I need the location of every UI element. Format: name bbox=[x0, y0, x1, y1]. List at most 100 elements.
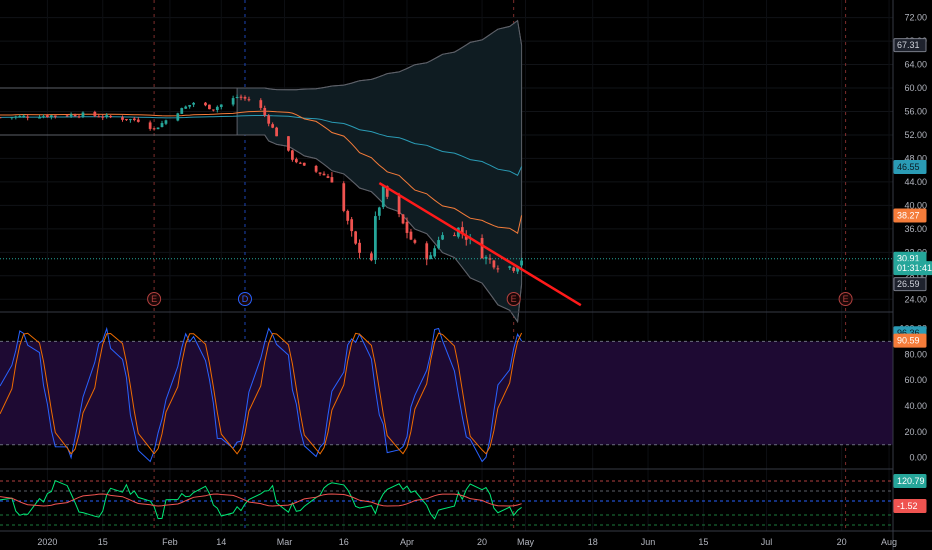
candle-body bbox=[152, 128, 156, 130]
value-tag-label: 26.59 bbox=[897, 279, 920, 289]
candle-body bbox=[322, 173, 326, 176]
price-pane[interactable]: EDEE bbox=[0, 0, 893, 531]
cci-fast-line bbox=[0, 480, 522, 520]
cci-pane[interactable] bbox=[0, 480, 893, 526]
candle-body bbox=[73, 114, 77, 117]
date-tick-label: 15 bbox=[698, 537, 708, 547]
candle-body bbox=[105, 115, 109, 117]
candle-body bbox=[160, 123, 164, 128]
candle-body bbox=[370, 253, 373, 261]
date-tick-label: Jun bbox=[641, 537, 656, 547]
candle-body bbox=[433, 248, 437, 257]
candle-body bbox=[480, 237, 484, 259]
date-tick-label: 18 bbox=[588, 537, 598, 547]
candle-body bbox=[26, 116, 30, 118]
candle-body bbox=[263, 108, 267, 116]
candle-body bbox=[65, 115, 69, 117]
candle-body bbox=[330, 177, 334, 183]
date-tick-label: 20 bbox=[837, 537, 847, 547]
candle-body bbox=[101, 116, 105, 118]
stochastic-tick-label: 40.00 bbox=[904, 401, 927, 411]
candle-body bbox=[53, 115, 57, 117]
value-tag-label: 120.79 bbox=[897, 476, 925, 486]
candle-body bbox=[69, 114, 73, 117]
candle-body bbox=[231, 98, 235, 105]
trading-chart[interactable]: EDEE 72.0068.0064.0060.0056.0052.0048.00… bbox=[0, 0, 932, 550]
candle-body bbox=[425, 243, 429, 260]
price-tick-label: 60.00 bbox=[904, 83, 927, 93]
price-tick-label: 64.00 bbox=[904, 60, 927, 70]
candle-body bbox=[97, 116, 101, 118]
date-tick-label: 16 bbox=[339, 537, 349, 547]
cci-slow-line bbox=[0, 493, 522, 507]
candle-body bbox=[81, 112, 85, 117]
candle-body bbox=[496, 268, 500, 270]
candle-body bbox=[42, 116, 45, 118]
candle-body bbox=[77, 116, 81, 118]
candle-body bbox=[49, 115, 53, 118]
candle-body bbox=[314, 165, 318, 172]
candle-body bbox=[148, 122, 152, 129]
date-tick-label: 14 bbox=[216, 537, 226, 547]
candle-body bbox=[350, 219, 354, 232]
candle-body bbox=[492, 260, 496, 268]
candle-body bbox=[358, 242, 361, 253]
date-tick-labels: 2020 15 Feb 14 Mar 16 Apr 20 May 18 Jun 15 Jul 20 Aug bbox=[37, 537, 897, 547]
time-scale[interactable]: 2020 15 Feb 14 Mar 16 Apr 20 May 18 Jun 15 Jul 20 Aug bbox=[0, 530, 932, 547]
event-marker-label: E bbox=[511, 294, 517, 304]
candle-body bbox=[156, 127, 160, 130]
value-tag-label: 38.27 bbox=[897, 211, 920, 221]
candle-body bbox=[125, 119, 128, 121]
candle-body bbox=[184, 106, 188, 109]
candle-body bbox=[373, 216, 377, 260]
candle-body bbox=[46, 115, 49, 118]
price-tick-label: 72.00 bbox=[904, 13, 927, 23]
candle-body bbox=[346, 210, 350, 221]
candle-body bbox=[275, 127, 278, 137]
candle-body bbox=[10, 117, 14, 119]
candle-body bbox=[164, 120, 168, 124]
candle-body bbox=[342, 183, 346, 211]
candle-body bbox=[326, 176, 330, 178]
value-tag-label: 01:31:41 bbox=[897, 263, 932, 273]
candle-body bbox=[298, 162, 302, 164]
stochastic-tick-label: 60.00 bbox=[904, 375, 927, 385]
date-tick-label: Aug bbox=[881, 537, 897, 547]
candle-body bbox=[132, 118, 136, 121]
candle-body bbox=[453, 235, 456, 237]
value-tag-label: -1.52 bbox=[897, 501, 918, 511]
candle-body bbox=[211, 109, 215, 111]
candle-body bbox=[22, 115, 26, 117]
stochastic-tick-label: 0.00 bbox=[909, 453, 927, 463]
price-scale[interactable]: 72.0068.0064.0060.0056.0052.0048.0044.00… bbox=[892, 0, 932, 550]
candle-body bbox=[176, 113, 180, 121]
date-tick-label: 2020 bbox=[37, 537, 57, 547]
price-tick-label: 52.00 bbox=[904, 130, 927, 140]
candle-body bbox=[109, 115, 113, 118]
stochastic-pane[interactable] bbox=[0, 326, 893, 463]
candle-body bbox=[235, 96, 239, 98]
candle-body bbox=[381, 186, 385, 208]
candle-body bbox=[512, 267, 516, 271]
candle-body bbox=[243, 97, 247, 99]
stochastic-tick-label: 20.00 bbox=[904, 427, 927, 437]
date-tick-label: Jul bbox=[761, 537, 773, 547]
candle-body bbox=[215, 106, 219, 111]
candle-body bbox=[247, 99, 251, 101]
candle-body bbox=[259, 100, 263, 108]
price-tick-label: 44.00 bbox=[904, 177, 927, 187]
candle-body bbox=[239, 96, 243, 98]
candle-body bbox=[180, 108, 184, 114]
candle-body bbox=[38, 117, 41, 119]
candle-body bbox=[318, 172, 322, 174]
candle-body bbox=[441, 235, 444, 240]
candle-body bbox=[93, 111, 97, 116]
event-marker-label: E bbox=[843, 294, 849, 304]
price-tick-label: 36.00 bbox=[904, 224, 927, 234]
candle-body bbox=[377, 207, 381, 216]
candle-body bbox=[192, 102, 195, 105]
candle-body bbox=[437, 240, 440, 249]
candle-body bbox=[188, 104, 192, 107]
candle-body bbox=[405, 221, 409, 233]
candle-body bbox=[219, 104, 223, 107]
